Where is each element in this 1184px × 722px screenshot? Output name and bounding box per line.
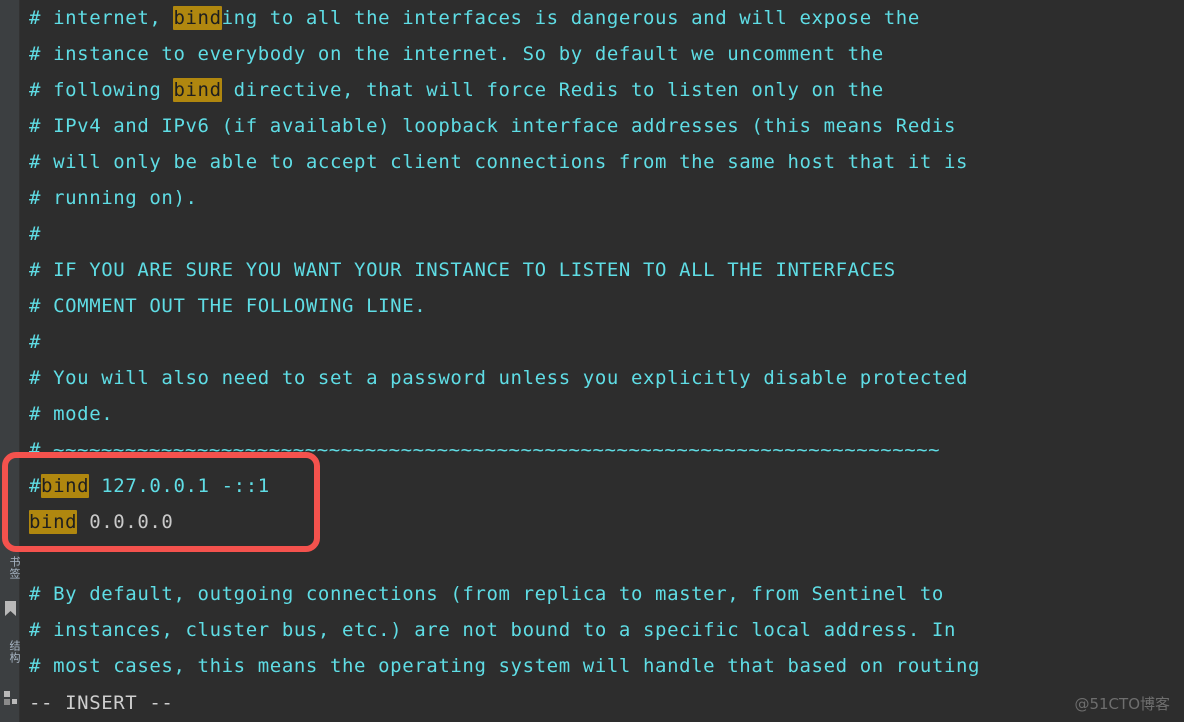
- code-text: # following: [29, 79, 174, 101]
- code-line: # will only be able to accept client con…: [29, 151, 969, 173]
- code-text-tail: 0.0.0.0: [77, 511, 174, 533]
- code-line: #: [29, 223, 42, 245]
- code-text: # internet,: [29, 7, 174, 29]
- vim-mode-indicator: -- INSERT --: [29, 692, 174, 714]
- code-line: # You will also need to set a password u…: [29, 367, 969, 389]
- code-line: # internet, binding to all the interface…: [29, 0, 920, 36]
- editor-window: 书签 结构 # internet, binding to all the int…: [0, 0, 1184, 722]
- search-match-highlight: bind: [173, 6, 222, 30]
- code-text-tail: ing to all the interfaces is dangerous a…: [221, 7, 920, 29]
- watermark-text: @51CTO博客: [1074, 695, 1170, 713]
- code-text-tail: directive, that will force Redis to list…: [221, 79, 884, 101]
- code-text: #: [29, 475, 42, 497]
- left-tool-strip: 书签 结构: [0, 0, 21, 722]
- code-line: # instance to everybody on the internet.…: [29, 43, 884, 65]
- search-match-highlight: bind: [41, 474, 90, 498]
- code-line: # instances, cluster bus, etc.) are not …: [29, 619, 956, 641]
- code-line: # By default, outgoing connections (from…: [29, 583, 944, 605]
- code-line: #: [29, 331, 42, 353]
- code-line: # IPv4 and IPv6 (if available) loopback …: [29, 115, 956, 137]
- code-line: # most cases, this means the operating s…: [29, 655, 981, 677]
- search-match-highlight: bind: [29, 510, 78, 534]
- sidebar-tab-structure[interactable]: 结构: [0, 640, 21, 664]
- status-bar: -- INSERT -- @51CTO博客: [21, 686, 1184, 722]
- code-editor-pane[interactable]: # internet, binding to all the interface…: [21, 0, 1184, 686]
- code-text-tail: 127.0.0.1 -::1: [89, 475, 270, 497]
- structure-icon[interactable]: [4, 690, 17, 707]
- search-match-highlight: bind: [173, 78, 222, 102]
- code-line-separator: # ~~~~~~~~~~~~~~~~~~~~~~~~~~~~~~~~~~~~~~…: [29, 439, 941, 461]
- code-line: # COMMENT OUT THE FOLLOWING LINE.: [29, 295, 427, 317]
- code-line-bind-commented: #bind 127.0.0.1 -::1: [29, 468, 270, 504]
- code-line: # running on).: [29, 187, 198, 209]
- sidebar-tab-bookmarks[interactable]: 书签: [0, 556, 21, 580]
- code-line: # IF YOU ARE SURE YOU WANT YOUR INSTANCE…: [29, 259, 896, 281]
- code-line: # following bind directive, that will fo…: [29, 72, 884, 108]
- code-line: # mode.: [29, 403, 114, 425]
- code-line-bind-active: bind 0.0.0.0: [29, 504, 173, 540]
- bookmark-icon[interactable]: [4, 600, 17, 617]
